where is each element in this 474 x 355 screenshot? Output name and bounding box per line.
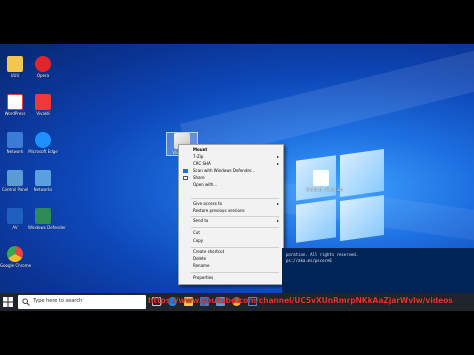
menu-separator (191, 247, 279, 248)
desktop-icon-label: Windows Defender (28, 225, 66, 230)
menu-item-delete[interactable]: Delete (179, 256, 283, 262)
control-panel-icon (7, 170, 23, 186)
chevron-right-icon: ▸ (276, 161, 279, 166)
chevron-right-icon: ▸ (276, 201, 279, 206)
powershell-window[interactable]: poration. All rights reserved. ps://aka.… (282, 248, 474, 293)
channel-url-overlay: https://www.youtube.com/channel/UC5vXUnR… (148, 296, 453, 305)
menu-item-cut[interactable]: Cut (179, 230, 283, 236)
desktop-icon[interactable]: Networks (28, 170, 58, 192)
context-menu: Mount 7-Zip ▸ CRC SHA ▸ Scan with Windows … (178, 144, 284, 285)
text-file-icon (313, 170, 329, 186)
desktop-icon[interactable]: WordPress (0, 94, 30, 116)
menu-item-create-shortcut[interactable]: Create shortcut (179, 249, 283, 255)
desktop-icon[interactable]: UUU (0, 56, 30, 78)
menu-item-rename[interactable]: Rename (179, 263, 283, 269)
search-box[interactable]: Type here to search (18, 295, 146, 309)
folder-icon (7, 56, 23, 72)
chevron-right-icon: ▸ (276, 218, 279, 223)
search-icon (22, 298, 30, 306)
desktop-icon-label: Google Chrome (0, 263, 32, 268)
shield-icon (35, 208, 51, 224)
desktop-icon-label: Opera (36, 73, 50, 78)
windows-logo (296, 148, 384, 243)
menu-item-crc-sha[interactable]: CRC SHA ▸ (179, 161, 283, 167)
chrome-icon (7, 246, 23, 262)
video-letterbox-bottom (0, 311, 474, 355)
menu-separator (191, 216, 279, 217)
text-file-label: Untitled - Notepad (306, 187, 343, 192)
menu-item-give-access[interactable]: Give access to ▸ (179, 201, 283, 207)
desktop-icon[interactable]: Microsoft Edge (28, 132, 58, 154)
menu-separator (191, 227, 279, 228)
chevron-right-icon: ▸ (276, 154, 279, 159)
shield-icon (183, 169, 188, 173)
menu-item-open-with[interactable]: Open with... (179, 182, 283, 188)
network-icon (35, 170, 51, 186)
menu-separator (191, 272, 279, 273)
opera-icon (35, 56, 51, 72)
desktop-icon[interactable]: Windows Defender (28, 208, 66, 230)
menu-item-scan-defender[interactable]: Scan with Windows Defender... (179, 168, 283, 174)
menu-item-mount[interactable]: Mount (179, 147, 283, 153)
menu-item-7zip[interactable]: 7-Zip ▸ (179, 154, 283, 160)
desktop-icon[interactable]: Network (0, 132, 30, 154)
terminal-line: ps://aka.ms/pscore6 (286, 258, 332, 263)
desktop-icon-label: Vivaldi (36, 111, 50, 116)
desktop-icon-label: Microsoft Edge (28, 149, 58, 154)
menu-item-copy[interactable]: Copy (179, 238, 283, 244)
desktop-icon-label: UUU (10, 73, 20, 78)
desktop-icon[interactable]: Google Chrome (0, 246, 32, 268)
menu-item-restore-versions[interactable]: Restore previous versions (179, 208, 283, 214)
text-file-icon[interactable]: Untitled - Notepad (306, 170, 343, 192)
video-letterbox-top (0, 0, 474, 44)
desktop-icon[interactable]: Vivaldi (28, 94, 58, 116)
desktop-icon[interactable]: AV (0, 208, 30, 230)
menu-item-share[interactable]: Share (179, 175, 283, 181)
share-icon (183, 176, 188, 180)
desktop-icon[interactable]: Opera (28, 56, 58, 78)
desktop-icon-label: Networks (33, 187, 53, 192)
network-icon (7, 132, 23, 148)
desktop-icon-label: Control Panel (1, 187, 29, 192)
desktop-icon-label: AV (12, 225, 18, 230)
menu-separator (191, 198, 279, 199)
app-icon (7, 208, 23, 224)
menu-item-properties[interactable]: Properties (179, 275, 283, 281)
document-icon (7, 94, 23, 110)
edge-icon (35, 132, 51, 148)
search-placeholder: Type here to search (33, 298, 83, 304)
desktop-icon-label: Network (6, 149, 24, 154)
desktop-icon[interactable]: Control Panel (0, 170, 30, 192)
windows-start-icon[interactable] (3, 297, 13, 307)
menu-item-send-to[interactable]: Send to ▸ (179, 218, 283, 224)
vivaldi-icon (35, 94, 51, 110)
desktop-icon-label: WordPress (4, 111, 26, 116)
